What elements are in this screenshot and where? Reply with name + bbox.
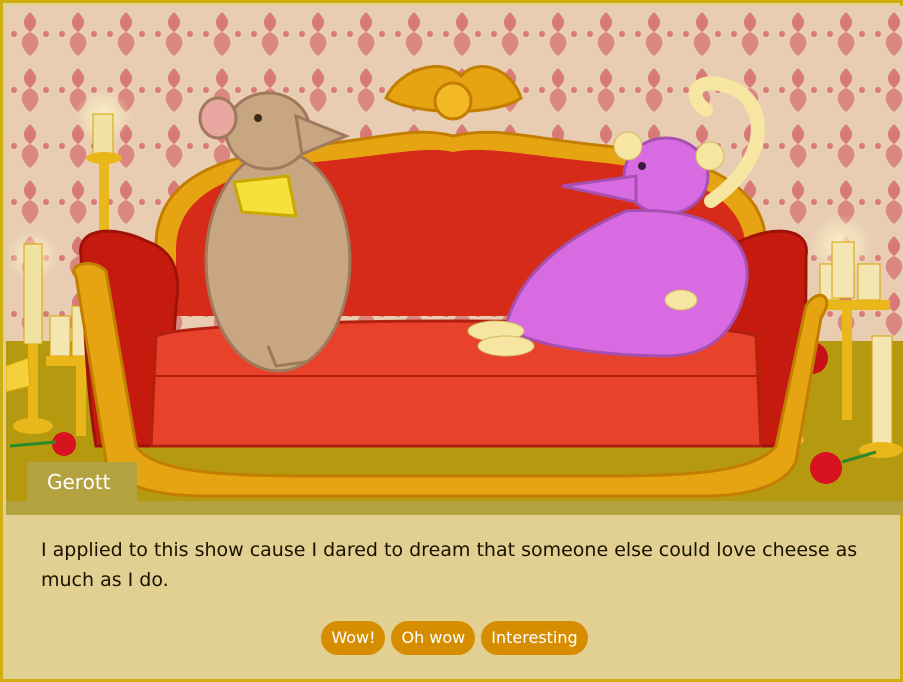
choice-interesting-button[interactable]: Interesting — [481, 621, 588, 655]
scene-view — [6, 6, 903, 501]
choice-oh-wow-button[interactable]: Oh wow — [391, 621, 476, 655]
dialog-divider — [6, 501, 903, 515]
scene-illustration — [6, 6, 903, 501]
speaker-nameplate: Gerott — [27, 462, 137, 502]
choice-wow-button[interactable]: Wow! — [321, 621, 386, 655]
rat-gerott — [198, 91, 352, 373]
game-frame: Gerott I applied to this show cause I da… — [0, 0, 903, 682]
dialog-text: I applied to this show cause I dared to … — [41, 539, 858, 591]
response-choices: Wow! Oh wow Interesting — [3, 621, 903, 655]
